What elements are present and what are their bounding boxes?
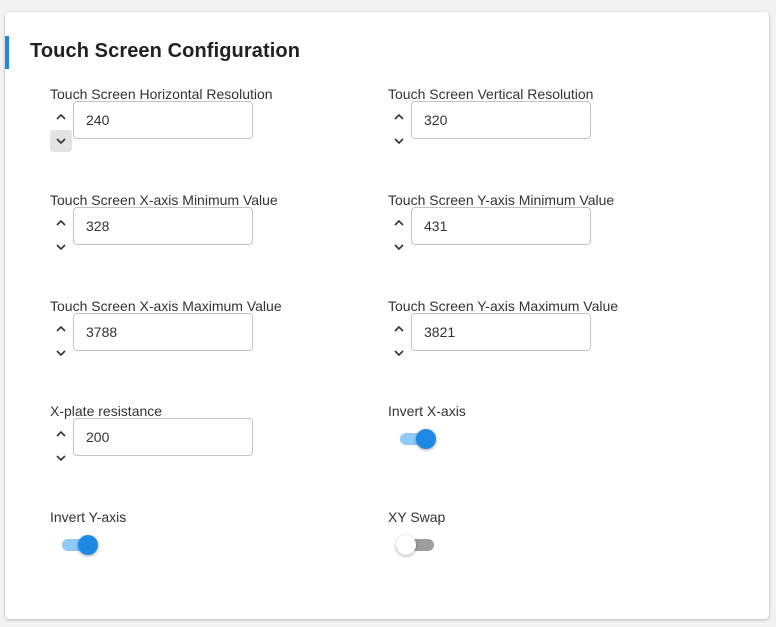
- field-label: Invert X-axis: [388, 403, 466, 419]
- increment-button[interactable]: [388, 318, 410, 340]
- increment-button[interactable]: [388, 106, 410, 128]
- field-label: X-plate resistance: [50, 403, 163, 419]
- chevron-up-icon: [394, 113, 404, 120]
- decrement-button[interactable]: [50, 236, 72, 258]
- decrement-button[interactable]: [388, 130, 410, 152]
- invert-y-axis-toggle[interactable]: [62, 533, 98, 555]
- chevron-down-icon: [394, 244, 404, 251]
- chevron-up-icon: [56, 113, 66, 120]
- chevron-down-icon: [56, 244, 66, 251]
- y-axis-maximum-input[interactable]: [411, 313, 591, 351]
- chevron-up-icon: [394, 325, 404, 332]
- field-label: Touch Screen X-axis Maximum Value: [50, 298, 282, 314]
- increment-button[interactable]: [50, 318, 72, 340]
- chevron-down-icon: [394, 138, 404, 145]
- card-title: Touch Screen Configuration: [30, 40, 301, 62]
- chevron-down-icon: [394, 350, 404, 357]
- increment-button[interactable]: [50, 423, 72, 445]
- field-label: Touch Screen Horizontal Resolution: [50, 86, 273, 102]
- field-label: Touch Screen X-axis Minimum Value: [50, 192, 278, 208]
- decrement-button[interactable]: [50, 130, 72, 152]
- chevron-down-icon: [56, 455, 66, 462]
- x-axis-maximum-input[interactable]: [73, 313, 253, 351]
- x-axis-minimum-input[interactable]: [73, 207, 253, 245]
- card-accent-bar: [5, 36, 9, 69]
- horizontal-resolution-input[interactable]: [73, 101, 253, 139]
- chevron-up-icon: [394, 219, 404, 226]
- field-label: Touch Screen Y-axis Maximum Value: [388, 298, 619, 314]
- toggle-thumb: [396, 535, 416, 555]
- toggle-thumb: [78, 535, 98, 555]
- increment-button[interactable]: [50, 212, 72, 234]
- number-stepper: [388, 106, 410, 152]
- number-stepper: [388, 212, 410, 258]
- number-stepper: [388, 318, 410, 364]
- vertical-resolution-input[interactable]: [411, 101, 591, 139]
- chevron-down-icon: [56, 138, 66, 145]
- decrement-button[interactable]: [388, 342, 410, 364]
- field-label: XY Swap: [388, 509, 446, 525]
- x-plate-resistance-input[interactable]: [73, 418, 253, 456]
- toggle-thumb: [416, 429, 436, 449]
- y-axis-minimum-input[interactable]: [411, 207, 591, 245]
- invert-x-axis-toggle[interactable]: [400, 427, 436, 449]
- number-stepper: [50, 212, 72, 258]
- field-label: Touch Screen Y-axis Minimum Value: [388, 192, 615, 208]
- chevron-up-icon: [56, 219, 66, 226]
- number-stepper: [50, 423, 72, 469]
- chevron-up-icon: [56, 325, 66, 332]
- decrement-button[interactable]: [50, 342, 72, 364]
- number-stepper: [50, 318, 72, 364]
- chevron-down-icon: [56, 350, 66, 357]
- decrement-button[interactable]: [50, 447, 72, 469]
- decrement-button[interactable]: [388, 236, 410, 258]
- chevron-up-icon: [56, 430, 66, 437]
- increment-button[interactable]: [50, 106, 72, 128]
- xy-swap-toggle[interactable]: [396, 533, 434, 555]
- increment-button[interactable]: [388, 212, 410, 234]
- field-label: Invert Y-axis: [50, 509, 127, 525]
- touch-screen-config-card: Touch Screen Configuration Touch Screen …: [5, 12, 769, 619]
- field-label: Touch Screen Vertical Resolution: [388, 86, 594, 102]
- number-stepper: [50, 106, 72, 152]
